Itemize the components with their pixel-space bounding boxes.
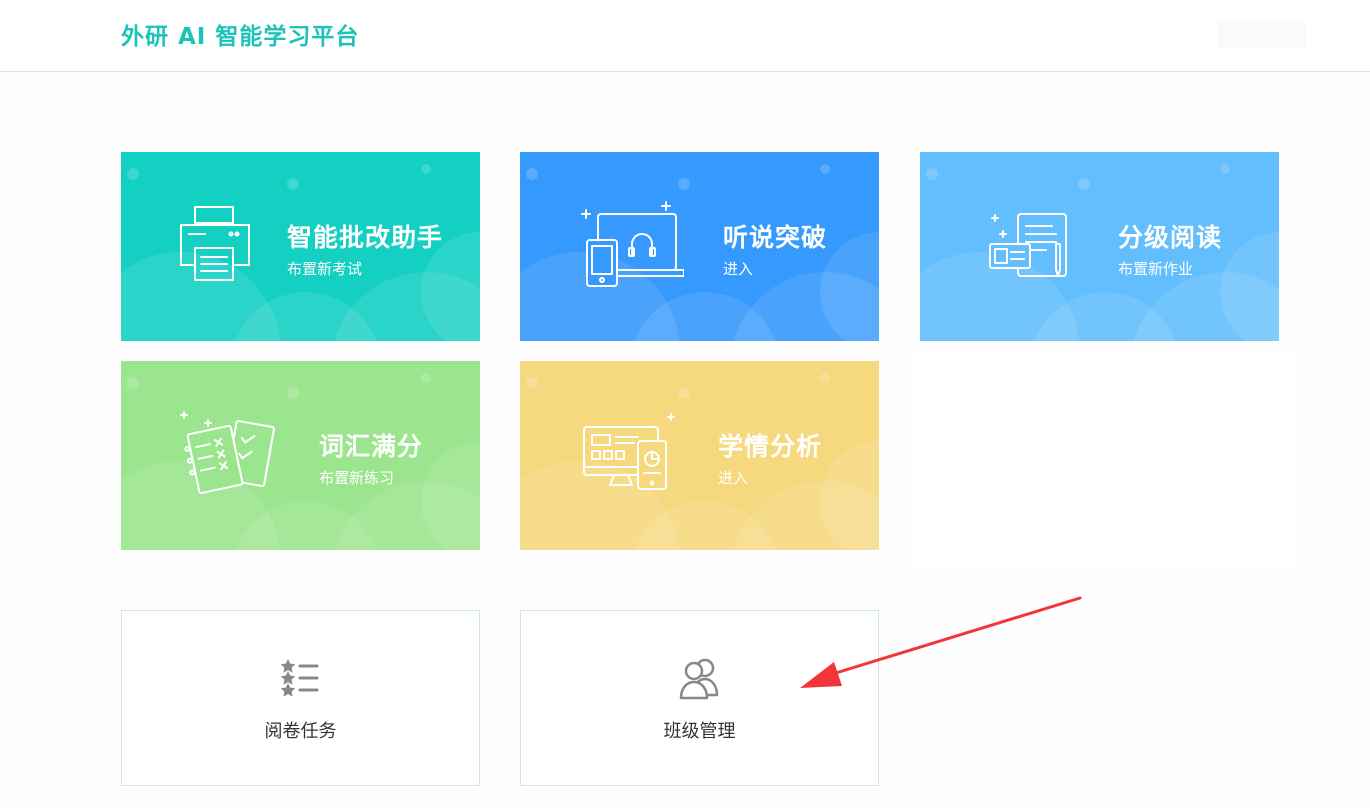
star-list-icon (280, 659, 319, 697)
card-title: 智能批改助手 (287, 223, 444, 252)
card-title: 听说突破 (723, 223, 828, 252)
card-subtitle: 进入 (718, 469, 749, 487)
card-graded-reading[interactable]: 分级阅读 布置新作业 (920, 152, 1279, 341)
card-smart-grading[interactable]: 智能批改助手 布置新考试 (121, 152, 480, 341)
tile-grading-tasks[interactable]: 阅卷任务 (121, 610, 480, 786)
annotation-arrow (800, 596, 1082, 688)
card-title: 学情分析 (718, 432, 823, 461)
card-title: 分级阅读 (1118, 223, 1223, 252)
analytics-devices-icon (583, 413, 675, 490)
reading-doc-icon (989, 213, 1067, 277)
card-subtitle: 布置新考试 (287, 260, 363, 278)
worksheet-icon (180, 411, 275, 494)
tile-label: 阅卷任务 (264, 721, 337, 742)
header-user-area[interactable] (1218, 21, 1306, 49)
printer-icon (180, 206, 250, 281)
card-subtitle: 布置新作业 (1118, 260, 1194, 278)
empty-card-slot (910, 352, 1296, 570)
card-vocabulary[interactable]: 词汇满分 布置新练习 (121, 361, 480, 550)
card-learning-analytics[interactable]: 学情分析 进入 (520, 361, 879, 550)
card-subtitle: 布置新练习 (319, 469, 395, 487)
card-subtitle: 进入 (723, 260, 754, 278)
top-header: 外研 AI 智能学习平台 (0, 0, 1370, 72)
users-icon (679, 658, 719, 700)
tile-label: 班级管理 (663, 721, 736, 742)
card-listening-speaking[interactable]: 听说突破 进入 (520, 152, 879, 341)
brand-title[interactable]: 外研 AI 智能学习平台 (121, 17, 359, 51)
devices-headphone-icon (581, 201, 684, 287)
card-title: 词汇满分 (319, 432, 424, 461)
